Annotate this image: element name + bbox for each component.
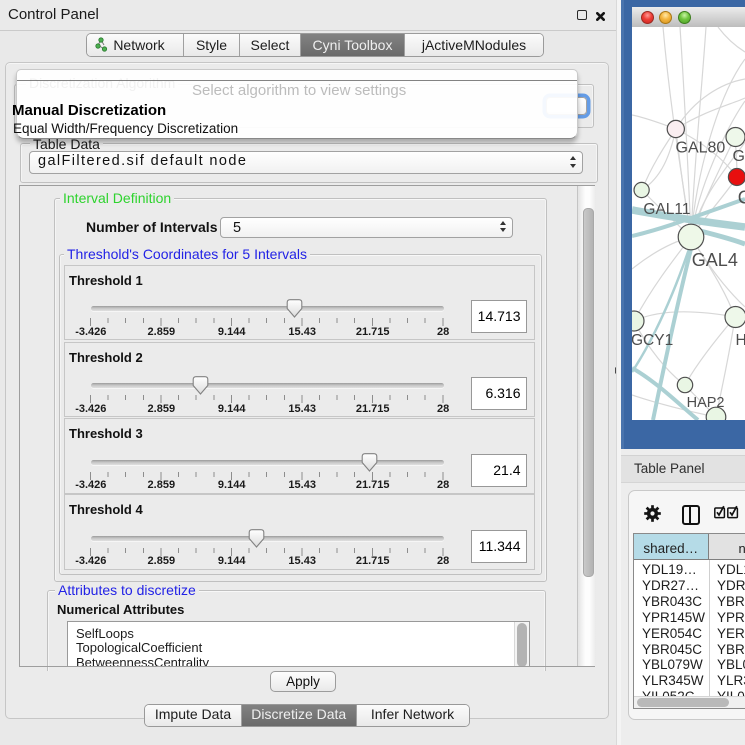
svg-text:HAP2: HAP2 (687, 395, 725, 411)
svg-text:GAL4: GAL4 (692, 250, 738, 270)
svg-text:H: H (736, 332, 745, 349)
svg-text:GA: GA (733, 148, 745, 165)
svg-text:GAL80: GAL80 (676, 140, 726, 157)
svg-text:C: C (738, 188, 745, 208)
svg-text:GCY1: GCY1 (632, 332, 673, 349)
svg-text:GAL11: GAL11 (643, 201, 690, 218)
